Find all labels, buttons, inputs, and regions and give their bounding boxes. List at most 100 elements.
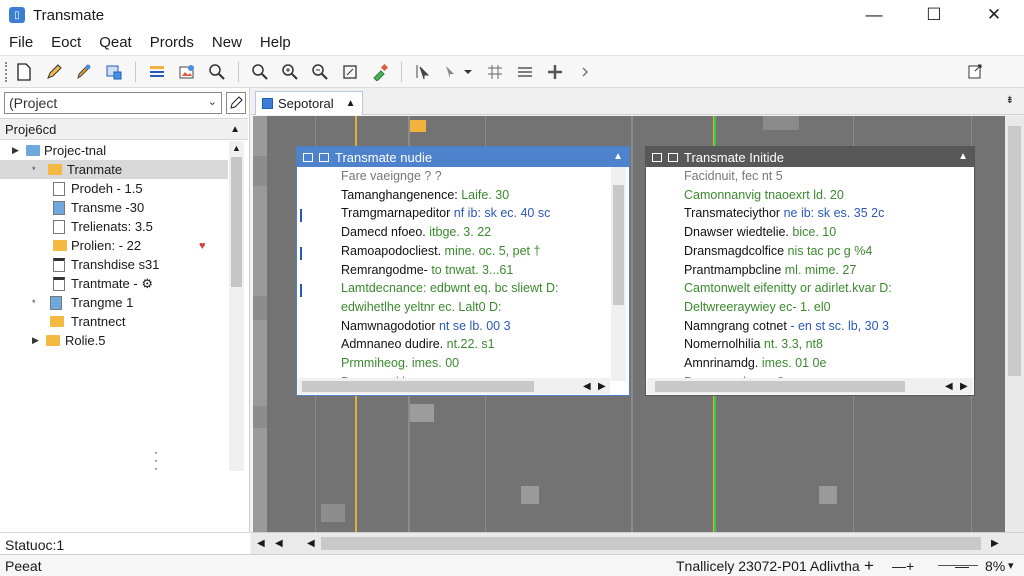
zoom-search-icon[interactable] — [203, 59, 231, 85]
code-line[interactable]: Tramgmarnapeditor nf ib: sk ec. 40 sc — [341, 206, 550, 225]
scroll-first-icon[interactable]: ◀ — [257, 538, 265, 549]
code-line[interactable]: Transmateciythor ne ib: sk es. 35 2c — [684, 206, 884, 225]
menu-edit[interactable]: Eoct — [42, 34, 90, 51]
zoom-in-button[interactable]: + — [864, 556, 874, 576]
code-hscrollbar[interactable]: ◀ ▶ — [298, 378, 610, 394]
crosshair-icon[interactable] — [541, 59, 569, 85]
pointer-dropdown-icon[interactable] — [439, 59, 479, 85]
chevron-up-icon[interactable]: ▲ — [958, 151, 968, 162]
code-line[interactable]: edwihetlhe yeltnr ec. Lalt0 D: — [341, 300, 502, 319]
zoom-slider[interactable]: —+ — [892, 558, 914, 574]
crop-icon[interactable] — [336, 59, 364, 85]
code-window-header[interactable]: Transmate Initide ▲ — [646, 147, 974, 167]
menu-prords[interactable]: Prords — [141, 34, 203, 51]
magnify-plus-icon[interactable] — [276, 59, 304, 85]
scroll-prev-icon[interactable]: ◀ — [307, 538, 315, 549]
project-edit-button[interactable] — [226, 92, 246, 114]
scroll-thumb[interactable] — [321, 537, 981, 550]
menu-qeat[interactable]: Qeat — [90, 34, 141, 51]
pencil-icon[interactable] — [40, 59, 68, 85]
menu-file[interactable]: File — [0, 34, 42, 51]
maximize-button[interactable]: ☐ — [904, 0, 964, 30]
list-icon[interactable] — [143, 59, 171, 85]
close-button[interactable]: ✕ — [964, 0, 1024, 30]
project-header[interactable]: Proje6cd ▲ — [0, 118, 248, 140]
more-icon[interactable] — [571, 59, 599, 85]
code-line[interactable]: Prantmampbcline ml. mime. 27 — [684, 263, 856, 282]
code-line[interactable]: Dnawser wiedtelie. bice. 10 — [684, 225, 836, 244]
code-line[interactable]: Camtonwelt eifenitty or adirlet.kvar D: — [684, 281, 892, 300]
scroll-thumb[interactable] — [1008, 126, 1021, 376]
chevron-up-icon[interactable]: ▲ — [346, 98, 356, 109]
eyedropper-icon[interactable] — [366, 59, 394, 85]
scroll-thumb[interactable] — [302, 381, 534, 392]
export-icon[interactable] — [961, 59, 989, 85]
grid-icon[interactable] — [481, 59, 509, 85]
tree-item[interactable]: Transme -30 — [0, 198, 228, 217]
zoom-out-button[interactable]: — — [955, 558, 969, 574]
code-line[interactable]: Fare vaeignge ? ? — [341, 169, 442, 188]
code-line[interactable]: Nomernolhilia nt. 3.3, nt8 — [684, 337, 823, 356]
scroll-up-icon[interactable]: ▲ — [232, 143, 241, 153]
code-window-a[interactable]: Transmate nudie ▲ Fare vaeignge ? ? Taman… — [296, 146, 630, 396]
expand-arrow-icon[interactable]: ▶ — [12, 145, 19, 156]
expand-arrow-icon[interactable]: * — [32, 165, 36, 175]
code-line[interactable]: Admnaneo dudire. nt.22. s1 — [341, 337, 495, 356]
project-combo[interactable]: (Project ⌄ — [4, 92, 222, 114]
code-line[interactable]: Prmmiheog. imes. 00 — [341, 356, 459, 375]
tree-item[interactable]: Trantnect — [0, 312, 228, 331]
new-file-icon[interactable] — [10, 59, 38, 85]
code-line[interactable]: Namwnagodotior nt se lb. 00 3 — [341, 319, 511, 338]
expand-arrow-icon[interactable]: * — [32, 298, 36, 308]
code-line[interactable]: Camonnanvig tnaoexrt ld. 20 — [684, 188, 844, 207]
canvas-vscrollbar[interactable] — [1005, 116, 1024, 532]
tree-item[interactable]: Prodeh - 1.5 — [0, 179, 228, 198]
canvas-hscrollbar[interactable]: ◀ ◀ ◀ ▶ — [251, 532, 1024, 554]
zoom-dropdown-icon[interactable]: ▾ — [1008, 559, 1014, 572]
scroll-left-icon[interactable]: ◀ — [275, 538, 283, 549]
tree-item[interactable]: Trelienats: 3.5 — [0, 217, 228, 236]
menu-help[interactable]: Help — [251, 34, 300, 51]
tree-item[interactable]: ▶ Rolie.5 — [0, 331, 228, 350]
chevron-up-icon[interactable]: ▲ — [613, 151, 623, 162]
code-line[interactable]: Namngrang cotnet - en st sc. lb, 30 3 — [684, 319, 889, 338]
scroll-left-icon[interactable]: ◀ — [583, 381, 591, 392]
scroll-thumb[interactable] — [613, 185, 624, 305]
code-vscrollbar[interactable] — [611, 167, 626, 381]
code-line[interactable]: Lamtdecnance: edbwnt eq. bc sliewt D: — [341, 281, 558, 300]
tree-item[interactable]: Transhdise s31 — [0, 255, 228, 274]
code-hscrollbar[interactable]: ◀ ▶ — [647, 378, 973, 394]
code-line[interactable]: Deltwreeraywiey ec- 1. el0 — [684, 300, 831, 319]
scroll-thumb[interactable] — [231, 157, 242, 287]
code-line[interactable]: Damecd nfoeo. itbge. 3. 22 — [341, 225, 491, 244]
tab-sepotoral[interactable]: Sepotoral ▲ — [255, 91, 363, 115]
scroll-thumb[interactable] — [655, 381, 905, 392]
magnify-icon[interactable] — [246, 59, 274, 85]
scroll-right-icon[interactable]: ▶ — [991, 538, 999, 549]
magnify-minus-icon[interactable] — [306, 59, 334, 85]
code-line[interactable]: Ramoapodocliest. mine. oc. 5, pet † — [341, 244, 540, 263]
code-line[interactable]: Facidnuit, fec nt 5 — [684, 169, 783, 188]
brush-icon[interactable] — [70, 59, 98, 85]
photo-icon[interactable] — [173, 59, 201, 85]
device-icon[interactable] — [100, 59, 128, 85]
scroll-left-icon[interactable]: ◀ — [945, 381, 953, 392]
lines-icon[interactable] — [511, 59, 539, 85]
tree-item[interactable]: * Trangme 1 — [0, 293, 228, 312]
code-line[interactable]: Amnrinamdg. imes. 01 0e — [684, 356, 826, 375]
code-line[interactable]: Dransmagdcolfice nis tac pc g %4 — [684, 244, 872, 263]
menu-new[interactable]: New — [203, 34, 251, 51]
tree-item[interactable]: ▶ Projec-tnal — [0, 141, 228, 160]
tree-item[interactable]: Prolien: - 22 ♥ — [0, 236, 228, 255]
code-line[interactable]: Tamanghangenence: Laife. 30 — [341, 188, 509, 207]
tree-item[interactable]: * Tranmate — [0, 160, 228, 179]
select-arrow-icon[interactable] — [409, 59, 437, 85]
expand-arrow-icon[interactable]: ▶ — [32, 335, 39, 346]
code-window-header[interactable]: Transmate nudie ▲ — [297, 147, 629, 167]
toolbar-grip[interactable] — [5, 61, 9, 82]
minimize-button[interactable]: — — [844, 0, 904, 30]
code-window-b[interactable]: Transmate Initide ▲ Facidnuit, fec nt 5 C… — [645, 146, 975, 396]
tree-item[interactable]: Trantmate - ⚙ — [0, 274, 228, 293]
code-line[interactable]: Remrangodme- to tnwat. 3...61 — [341, 263, 513, 282]
tab-overflow-icon[interactable]: ⇟ — [1006, 95, 1014, 106]
